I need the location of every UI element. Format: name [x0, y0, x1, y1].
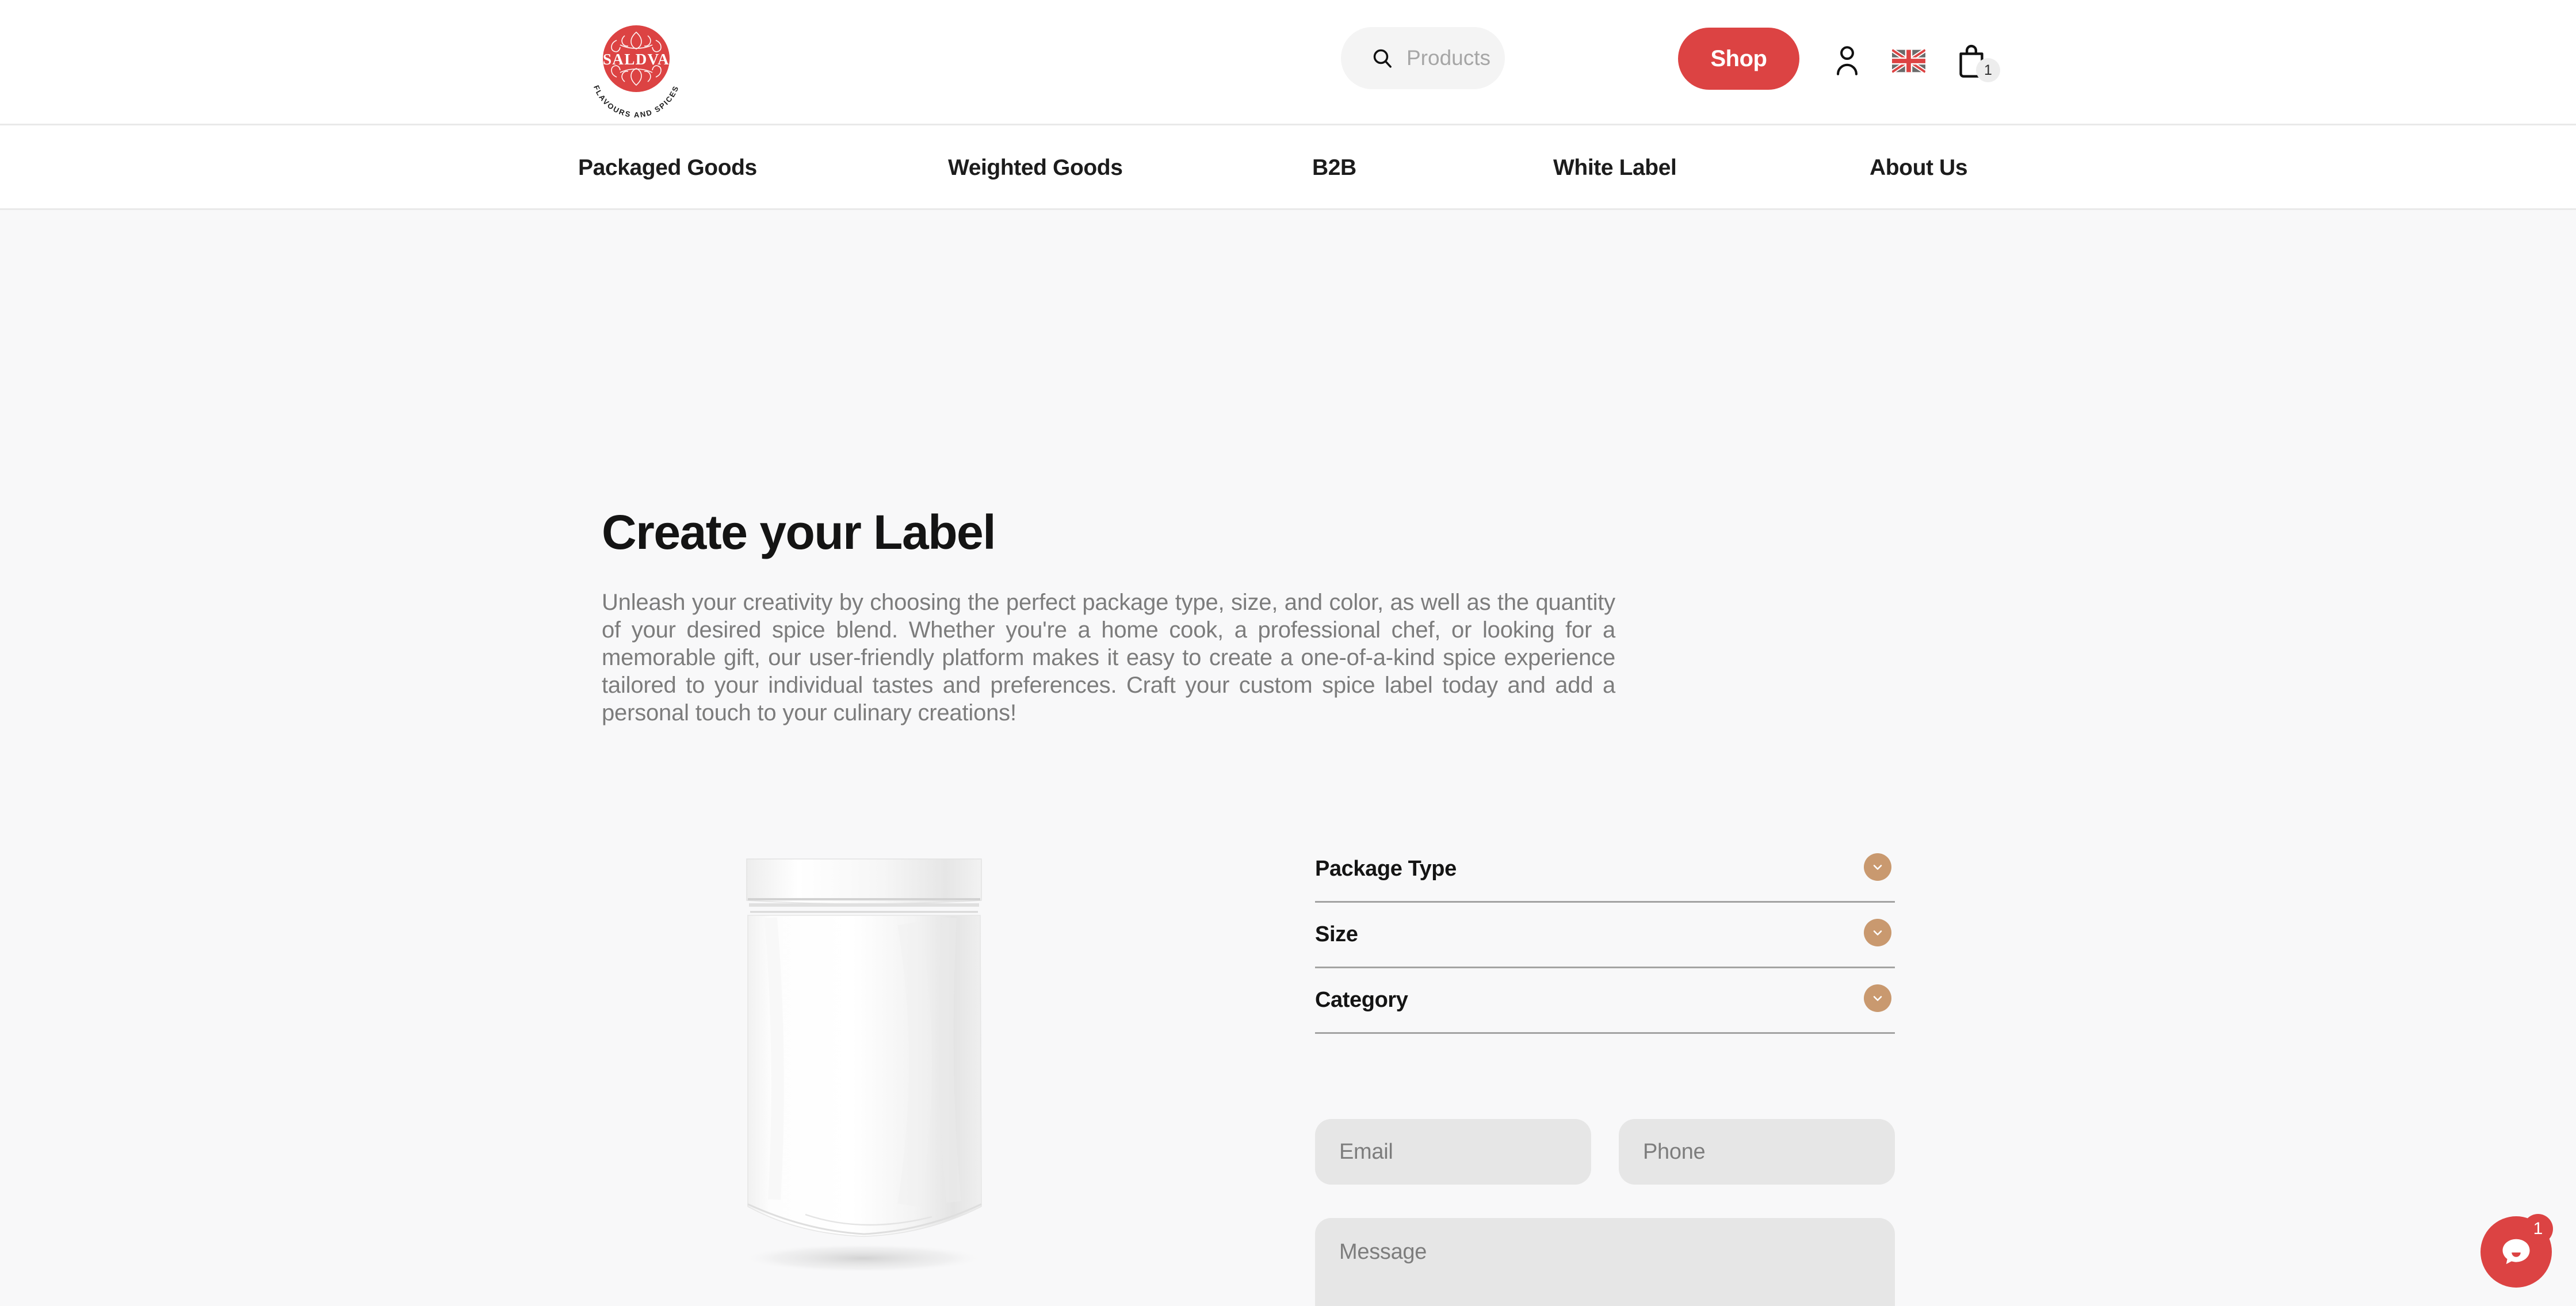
- accordion-category[interactable]: Category: [1315, 968, 1895, 1034]
- accordion-package-type[interactable]: Package Type: [1315, 837, 1895, 903]
- accordion-label: Package Type: [1315, 857, 1457, 881]
- page-intro-text: Unleash your creativity by choosing the …: [602, 590, 1615, 725]
- main-navigation: Packaged Goods Weighted Goods B2B White …: [0, 125, 2576, 210]
- nav-item-white-label[interactable]: White Label: [1553, 125, 1677, 210]
- site-header: SALDVA FLAVOURS AND SPICES Shop: [0, 0, 2576, 125]
- chevron-down-icon[interactable]: [1864, 919, 1891, 946]
- chevron-down-icon[interactable]: [1864, 984, 1891, 1012]
- user-icon[interactable]: [1832, 44, 1862, 79]
- product-preview-pouch: [662, 831, 1064, 1303]
- search-icon: [1371, 47, 1394, 70]
- search-input[interactable]: [1407, 46, 1680, 70]
- cart-count-badge: 1: [1976, 58, 2000, 82]
- brand-logo[interactable]: SALDVA FLAVOURS AND SPICES: [580, 9, 693, 122]
- shop-button[interactable]: Shop: [1678, 28, 1799, 90]
- nav-item-packaged-goods[interactable]: Packaged Goods: [578, 125, 757, 210]
- page-title: Create your Label: [602, 505, 996, 559]
- message-textarea[interactable]: [1315, 1218, 1895, 1306]
- phone-input[interactable]: [1619, 1119, 1895, 1185]
- search-box[interactable]: [1341, 27, 1680, 89]
- chevron-down-icon[interactable]: [1864, 853, 1891, 881]
- contact-field-row: [1315, 1119, 1895, 1185]
- chat-widget[interactable]: 1: [2481, 1214, 2553, 1288]
- cart-button[interactable]: 1: [1955, 43, 2000, 82]
- header-icon-group: 1: [1832, 43, 2000, 82]
- accordion-size[interactable]: Size: [1315, 903, 1895, 968]
- nav-item-about-us[interactable]: About Us: [1870, 125, 1968, 210]
- main-content: Create your Label Unleash your creativit…: [0, 210, 2576, 1306]
- chat-unread-badge: 1: [2523, 1214, 2553, 1244]
- logo-wordmark: SALDVA: [603, 51, 670, 68]
- label-configurator-panel: Package Type Size Category Email Phone M…: [1315, 837, 1895, 1306]
- nav-item-weighted-goods[interactable]: Weighted Goods: [948, 125, 1123, 210]
- accordion-label: Category: [1315, 988, 1408, 1012]
- email-input[interactable]: [1315, 1119, 1591, 1185]
- uk-flag-icon[interactable]: [1892, 49, 1925, 73]
- accordion-label: Size: [1315, 922, 1358, 946]
- message-field-wrapper: [1315, 1218, 1895, 1306]
- nav-item-b2b[interactable]: B2B: [1312, 125, 1356, 210]
